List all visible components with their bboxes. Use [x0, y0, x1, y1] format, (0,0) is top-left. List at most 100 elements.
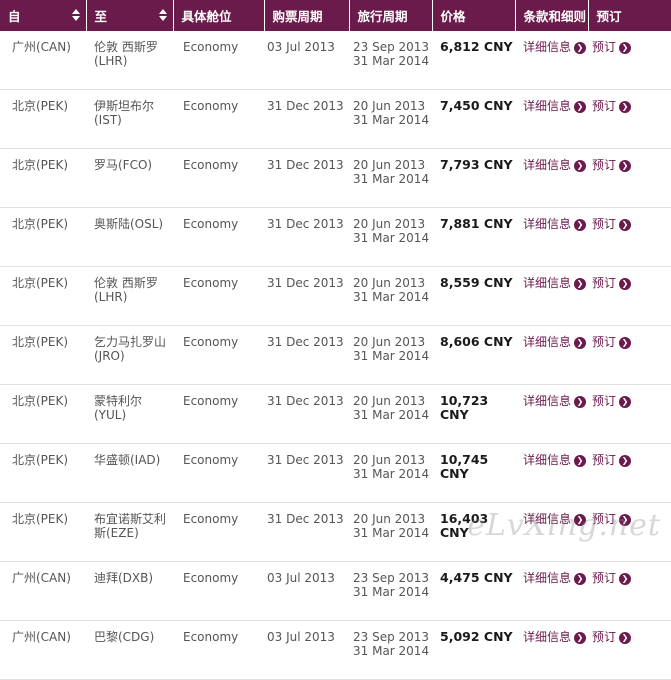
travel-period-cell: 23 Sep 2013 31 Mar 2014 — [349, 620, 432, 680]
origin-cell: 广州(CAN) — [0, 561, 86, 621]
book-cell: 预订 ❯ — [588, 89, 671, 149]
price-cell: 8,559 CNY — [432, 266, 515, 326]
book-link[interactable]: 预订 — [592, 99, 616, 113]
destination-cell: 迪拜(DXB) — [86, 561, 173, 621]
origin-cell: 北京(PEK) — [0, 443, 86, 503]
book-link[interactable]: 预订 — [592, 217, 616, 231]
table-row: 北京(PEK) 伊斯坦布尔(IST) Economy 31 Dec 2013 20 Ju… — [0, 89, 671, 149]
details-link[interactable]: 详细信息 — [523, 571, 571, 585]
details-link[interactable]: 详细信息 — [523, 630, 571, 644]
fares-table: 自 至 具体舱位 购票周期 旅行周期 价格 条款和细则 预订 广州(CAN) 伦敦… — [0, 0, 671, 680]
details-link[interactable]: 详细信息 — [523, 158, 571, 172]
travel-start: 20 Jun 2013 — [353, 453, 426, 467]
details-link[interactable]: 详细信息 — [523, 394, 571, 408]
arrow-right-icon[interactable]: ❯ — [574, 572, 587, 585]
origin-cell: 北京(PEK) — [0, 207, 86, 267]
arrow-right-icon[interactable]: ❯ — [619, 159, 632, 172]
details-link[interactable]: 详细信息 — [523, 40, 571, 54]
arrow-right-icon[interactable]: ❯ — [619, 336, 632, 349]
destination-cell: 奥斯陆(OSL) — [86, 207, 173, 267]
purchase-period-cell: 31 Dec 2013 — [264, 266, 349, 326]
cabin-cell: Economy — [173, 384, 264, 444]
travel-end: 31 Mar 2014 — [353, 408, 430, 422]
travel-period-cell: 20 Jun 2013 31 Mar 2014 — [349, 443, 432, 503]
book-link[interactable]: 预订 — [592, 394, 616, 408]
purchase-period-cell: 31 Dec 2013 — [264, 502, 349, 562]
cabin-cell: Economy — [173, 148, 264, 208]
col-price-header: 价格 — [432, 0, 516, 31]
col-to-header[interactable]: 至 — [86, 0, 174, 31]
arrow-right-icon[interactable]: ❯ — [574, 277, 587, 290]
book-link[interactable]: 预订 — [592, 158, 616, 172]
arrow-right-icon[interactable]: ❯ — [619, 572, 632, 585]
price-cell: 10,723 CNY — [432, 384, 515, 444]
cabin-cell: Economy — [173, 207, 264, 267]
details-link[interactable]: 详细信息 — [523, 217, 571, 231]
col-from-label: 自 — [8, 9, 21, 24]
details-link[interactable]: 详细信息 — [523, 99, 571, 113]
cabin-cell: Economy — [173, 561, 264, 621]
book-link[interactable]: 预订 — [592, 453, 616, 467]
book-link[interactable]: 预订 — [592, 276, 616, 290]
book-cell: 预订 ❯ — [588, 148, 671, 208]
travel-period-cell: 20 Jun 2013 31 Mar 2014 — [349, 325, 432, 385]
sort-icon[interactable] — [158, 9, 167, 21]
col-to-label: 至 — [94, 9, 108, 24]
origin-cell: 北京(PEK) — [0, 266, 86, 326]
book-cell: 预订 ❯ — [588, 207, 671, 267]
arrow-right-icon[interactable]: ❯ — [619, 41, 632, 54]
details-cell: 详细信息 ❯ — [515, 31, 588, 90]
table-row: 广州(CAN) 迪拜(DXB) Economy 03 Jul 2013 23 Sep 2… — [0, 561, 671, 621]
arrow-right-icon[interactable]: ❯ — [619, 395, 632, 408]
travel-period-cell: 20 Jun 2013 31 Mar 2014 — [349, 89, 432, 149]
book-cell: 预订 ❯ — [588, 443, 671, 503]
arrow-right-icon[interactable]: ❯ — [619, 100, 632, 113]
details-link[interactable]: 详细信息 — [523, 335, 571, 349]
purchase-period-cell: 31 Dec 2013 — [264, 207, 349, 267]
purchase-period-cell: 31 Dec 2013 — [264, 325, 349, 385]
arrow-right-icon[interactable]: ❯ — [574, 41, 587, 54]
price-cell: 4,475 CNY — [432, 561, 515, 621]
travel-end: 31 Mar 2014 — [353, 54, 430, 68]
destination-cell: 乞力马扎罗山(JRO) — [86, 325, 173, 385]
origin-cell: 广州(CAN) — [0, 620, 86, 680]
travel-start: 20 Jun 2013 — [353, 394, 426, 408]
arrow-right-icon[interactable]: ❯ — [619, 277, 632, 290]
destination-cell: 蒙特利尔(YUL) — [86, 384, 173, 444]
book-link[interactable]: 预订 — [592, 40, 616, 54]
cabin-cell: Economy — [173, 266, 264, 326]
book-link[interactable]: 预订 — [592, 571, 616, 585]
travel-end: 31 Mar 2014 — [353, 585, 430, 599]
price-cell: 6,812 CNY — [432, 31, 515, 90]
details-link[interactable]: 详细信息 — [523, 276, 571, 290]
travel-period-cell: 20 Jun 2013 31 Mar 2014 — [349, 207, 432, 267]
arrow-right-icon[interactable]: ❯ — [574, 395, 587, 408]
book-link[interactable]: 预订 — [592, 335, 616, 349]
arrow-right-icon[interactable]: ❯ — [574, 336, 587, 349]
origin-cell: 北京(PEK) — [0, 502, 86, 562]
arrow-right-icon[interactable]: ❯ — [574, 159, 587, 172]
arrow-right-icon[interactable]: ❯ — [574, 454, 587, 467]
arrow-right-icon[interactable]: ❯ — [574, 100, 587, 113]
origin-cell: 北京(PEK) — [0, 384, 86, 444]
details-link[interactable]: 详细信息 — [523, 453, 571, 467]
arrow-right-icon[interactable]: ❯ — [574, 631, 587, 644]
table-row: 广州(CAN) 巴黎(CDG) Economy 03 Jul 2013 23 Sep 2… — [0, 620, 671, 680]
purchase-period-cell: 03 Jul 2013 — [264, 620, 349, 680]
origin-cell: 北京(PEK) — [0, 325, 86, 385]
arrow-right-icon[interactable]: ❯ — [619, 454, 632, 467]
table-row: 北京(PEK) 奥斯陆(OSL) Economy 31 Dec 2013 20 Jun … — [0, 207, 671, 267]
travel-period-cell: 23 Sep 2013 31 Mar 2014 — [349, 31, 432, 90]
col-terms-header: 条款和细则 — [515, 0, 589, 31]
sort-icon[interactable] — [71, 9, 80, 21]
book-link[interactable]: 预订 — [592, 630, 616, 644]
arrow-right-icon[interactable]: ❯ — [574, 218, 587, 231]
travel-period-cell: 20 Jun 2013 31 Mar 2014 — [349, 384, 432, 444]
col-book-header: 预订 — [588, 0, 671, 31]
col-from-header[interactable]: 自 — [0, 0, 87, 31]
arrow-right-icon[interactable]: ❯ — [619, 631, 632, 644]
details-cell: 详细信息 ❯ — [515, 207, 588, 267]
travel-start: 23 Sep 2013 — [353, 40, 430, 54]
price-cell: 7,793 CNY — [432, 148, 515, 208]
arrow-right-icon[interactable]: ❯ — [619, 218, 632, 231]
